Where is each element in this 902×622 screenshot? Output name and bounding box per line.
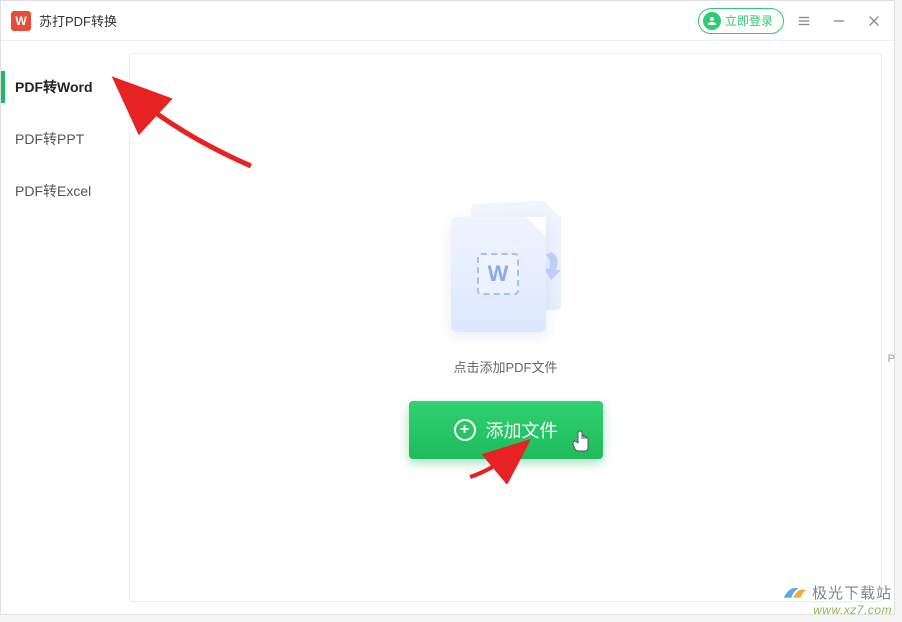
main-area: W 点击添加PDF文件 + 添加文件 bbox=[129, 41, 894, 614]
add-file-label: 添加文件 bbox=[486, 417, 558, 443]
titlebar: W 苏打PDF转换 立即登录 bbox=[1, 1, 894, 41]
watermark: 极光下载站 www.xz7.com bbox=[780, 581, 892, 617]
watermark-logo-icon bbox=[780, 581, 808, 603]
sidebar-item-pdf-to-excel[interactable]: PDF转Excel bbox=[1, 165, 129, 217]
sidebar-item-pdf-to-ppt[interactable]: PDF转PPT bbox=[1, 113, 129, 165]
menu-button[interactable] bbox=[794, 11, 814, 31]
sidebar: PDF转Word PDF转PPT PDF转Excel bbox=[1, 41, 129, 614]
plus-icon: + bbox=[454, 419, 476, 441]
drop-panel[interactable]: W 点击添加PDF文件 + 添加文件 bbox=[129, 53, 882, 602]
cursor-icon bbox=[571, 429, 591, 451]
user-avatar-icon bbox=[703, 12, 721, 30]
watermark-url: www.xz7.com bbox=[780, 603, 892, 617]
edge-text: P bbox=[888, 353, 895, 365]
minimize-button[interactable] bbox=[829, 11, 849, 31]
sidebar-item-label: PDF转Word bbox=[15, 79, 93, 95]
hint-text: 点击添加PDF文件 bbox=[453, 357, 557, 376]
sidebar-item-label: PDF转Excel bbox=[15, 183, 91, 199]
close-button[interactable] bbox=[864, 11, 884, 31]
login-label: 立即登录 bbox=[725, 12, 773, 29]
app-icon: W bbox=[11, 11, 31, 31]
login-button[interactable]: 立即登录 bbox=[698, 8, 784, 34]
app-window: W 苏打PDF转换 立即登录 PDF转Word bbox=[0, 0, 895, 615]
window-controls bbox=[794, 11, 884, 31]
content-area: PDF转Word PDF转PPT PDF转Excel W bbox=[1, 41, 894, 614]
document-illustration-icon: W bbox=[436, 197, 576, 337]
sidebar-item-label: PDF转PPT bbox=[15, 131, 84, 147]
word-badge-icon: W bbox=[477, 253, 519, 295]
sidebar-item-pdf-to-word[interactable]: PDF转Word bbox=[1, 61, 129, 113]
app-title: 苏打PDF转换 bbox=[39, 11, 117, 30]
add-file-button[interactable]: + 添加文件 bbox=[409, 401, 603, 459]
watermark-name: 极光下载站 bbox=[812, 582, 892, 603]
